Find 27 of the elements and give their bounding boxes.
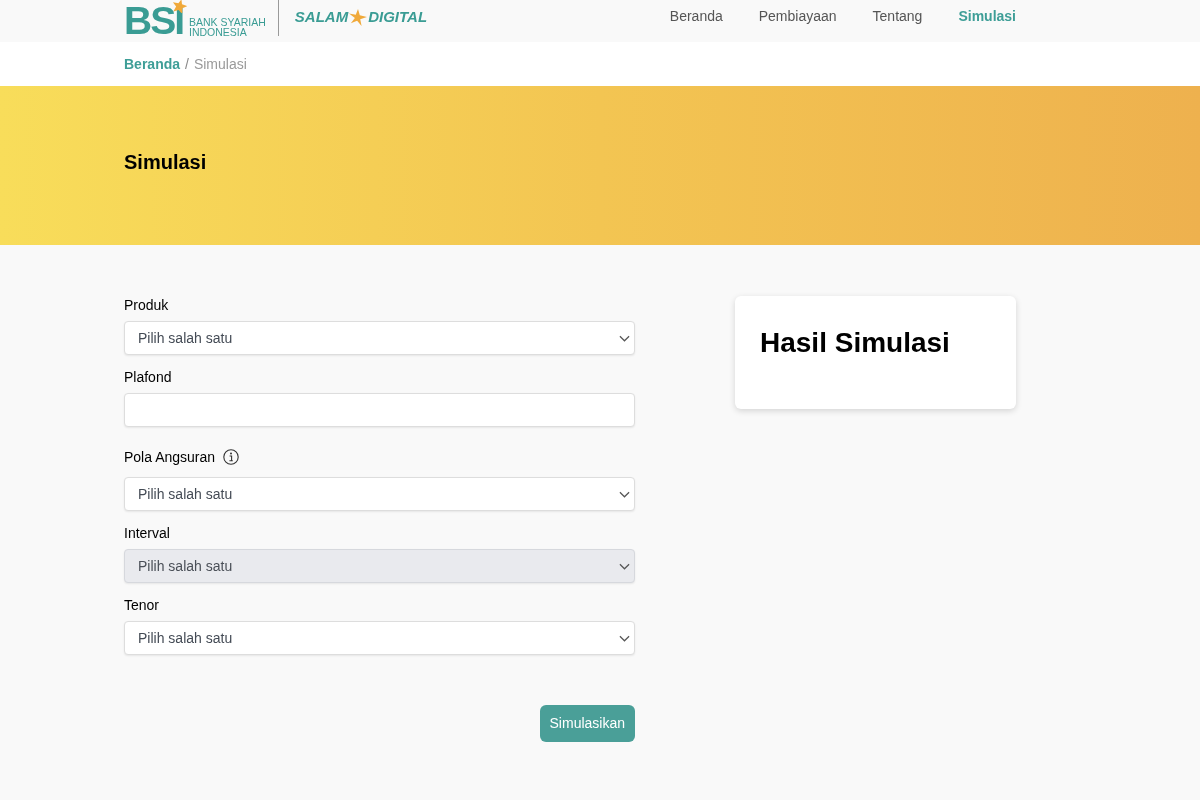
field-label: Produk <box>124 296 169 315</box>
nav-link[interactable]: Tentang <box>872 5 923 27</box>
field-label: Interval <box>124 524 170 543</box>
logo-text: SALAM <box>294 9 349 25</box>
logo-text: INDONESIA <box>189 27 248 37</box>
star-icon <box>349 8 368 26</box>
field-label: Tenor <box>124 596 160 615</box>
chevron-down-icon <box>619 634 630 642</box>
nav-link[interactable]: Beranda <box>669 5 723 27</box>
logo-text: DIGITAL <box>368 9 428 25</box>
input-field[interactable] <box>124 393 635 427</box>
logo-mark: BSI <box>124 6 183 36</box>
nav-link[interactable]: Pembiayaan <box>758 5 837 27</box>
select-field[interactable]: Pilih salah satu <box>124 321 635 355</box>
field-label: Plafond <box>124 368 172 387</box>
page-title: Simulasi <box>124 150 207 174</box>
chevron-down-icon <box>619 562 630 570</box>
select-field: Pilih salah satu <box>124 549 635 583</box>
field-label: Pola Angsuran <box>124 448 216 467</box>
select-field[interactable]: Pilih salah satu <box>124 477 635 511</box>
breadcrumb-separator: / <box>185 54 189 74</box>
chevron-down-icon <box>619 334 630 342</box>
breadcrumb-current: Simulasi <box>193 54 247 74</box>
card-title: Hasil Simulasi <box>760 327 950 359</box>
logo-text: BANK SYARIAH <box>189 17 266 27</box>
select-field[interactable]: Pilih salah satu <box>124 621 635 655</box>
chevron-down-icon <box>619 490 630 498</box>
